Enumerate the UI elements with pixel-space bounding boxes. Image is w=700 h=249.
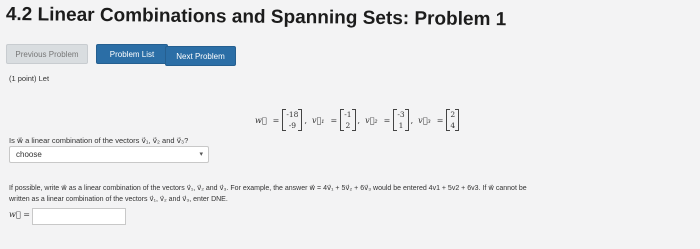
instructions-line-1: If possible, write w⃗ as a linear combin…: [9, 185, 527, 192]
question-text: Is w⃗ a linear combination of the vector…: [9, 136, 189, 145]
w-entry-1: -18: [286, 110, 299, 119]
v3-entry-2: 4: [450, 121, 456, 130]
vector-definitions: w⃗ = -18 -9 , v⃗₁ = -1 2 , v⃗₂ = -3 1 , v⃗₃…: [252, 102, 460, 138]
problem-list-button[interactable]: Problem List: [96, 44, 168, 64]
page-title: 4.2 Linear Combinations and Spanning Set…: [5, 4, 507, 31]
next-problem-button[interactable]: Next Problem: [165, 46, 236, 66]
v3-entry-1: 2: [450, 110, 456, 119]
answer-label: w⃗ =: [9, 210, 30, 219]
v2-symbol: v⃗₂: [365, 115, 378, 125]
w-symbol: w⃗: [255, 115, 267, 125]
instructions: If possible, write w⃗ as a linear combin…: [9, 183, 649, 205]
instructions-line-2: written as a linear combination of the v…: [9, 196, 228, 203]
select-value: choose: [16, 150, 42, 159]
points-label: (1 point) Let: [9, 74, 50, 83]
v1-symbol: v⃗₁: [311, 115, 325, 125]
v3-symbol: v⃗₃: [418, 115, 431, 125]
w-entry-2: -9: [288, 121, 297, 130]
v2-vector: -3 1: [393, 109, 409, 131]
answer-select[interactable]: choose ▾: [9, 146, 209, 163]
previous-problem-button[interactable]: Previous Problem: [6, 44, 88, 64]
w-vector: -18 -9: [282, 109, 303, 131]
v2-entry-1: -3: [397, 110, 405, 119]
v1-entry-2: 2: [345, 121, 351, 130]
v1-vector: -1 2: [340, 109, 356, 131]
v3-vector: 2 4: [446, 109, 460, 131]
chevron-down-icon: ▾: [199, 151, 203, 158]
v2-entry-2: 1: [398, 121, 404, 130]
v1-entry-1: -1: [344, 110, 352, 119]
answer-input[interactable]: [32, 208, 126, 225]
